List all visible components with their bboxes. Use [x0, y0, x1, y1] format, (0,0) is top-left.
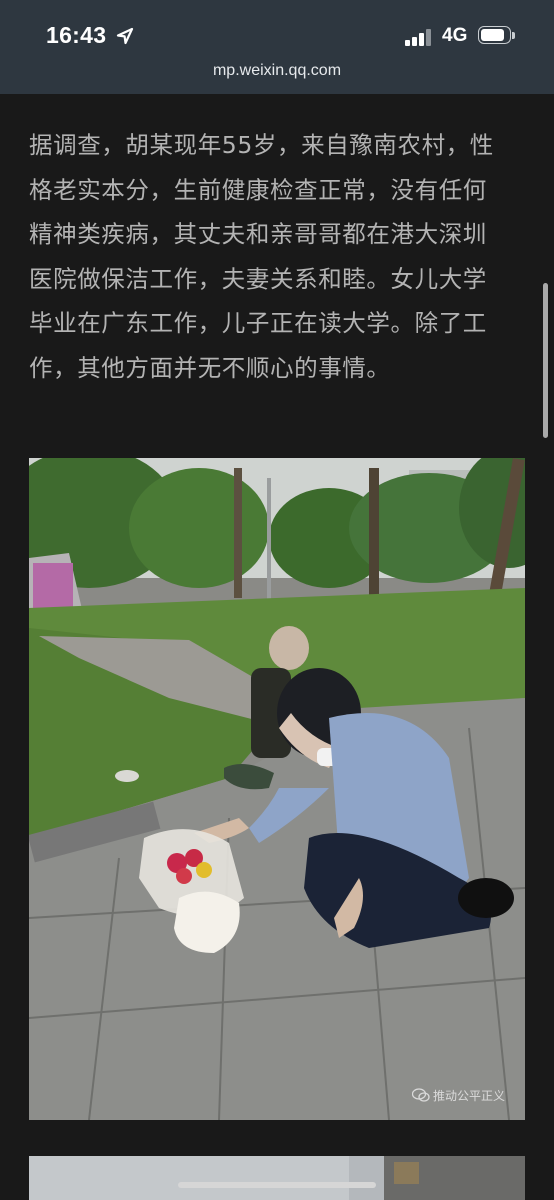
battery-icon: [478, 26, 516, 46]
scrollbar[interactable]: [543, 283, 548, 438]
cellular-signal-icon: [405, 28, 435, 46]
article-photo-next[interactable]: [29, 1156, 525, 1200]
clock-time: 16:43: [46, 22, 107, 48]
network-type: 4G: [442, 25, 468, 46]
wechat-icon: [411, 1088, 430, 1105]
article-photo[interactable]: [29, 458, 525, 1120]
status-bar: 16:43 4G mp.weixin.qq.com: [0, 0, 554, 94]
image-watermark: 推动公平正义: [411, 1087, 506, 1105]
watermark-text: 推动公平正义: [433, 1089, 506, 1103]
url-bar[interactable]: mp.weixin.qq.com: [0, 62, 554, 80]
article-paragraph: 据调查，胡某现年55岁，来自豫南农村，性格老实本分，生前健康检查正常，没有任何精…: [29, 131, 494, 382]
location-arrow-icon: [116, 27, 134, 49]
home-indicator[interactable]: [178, 1182, 376, 1188]
